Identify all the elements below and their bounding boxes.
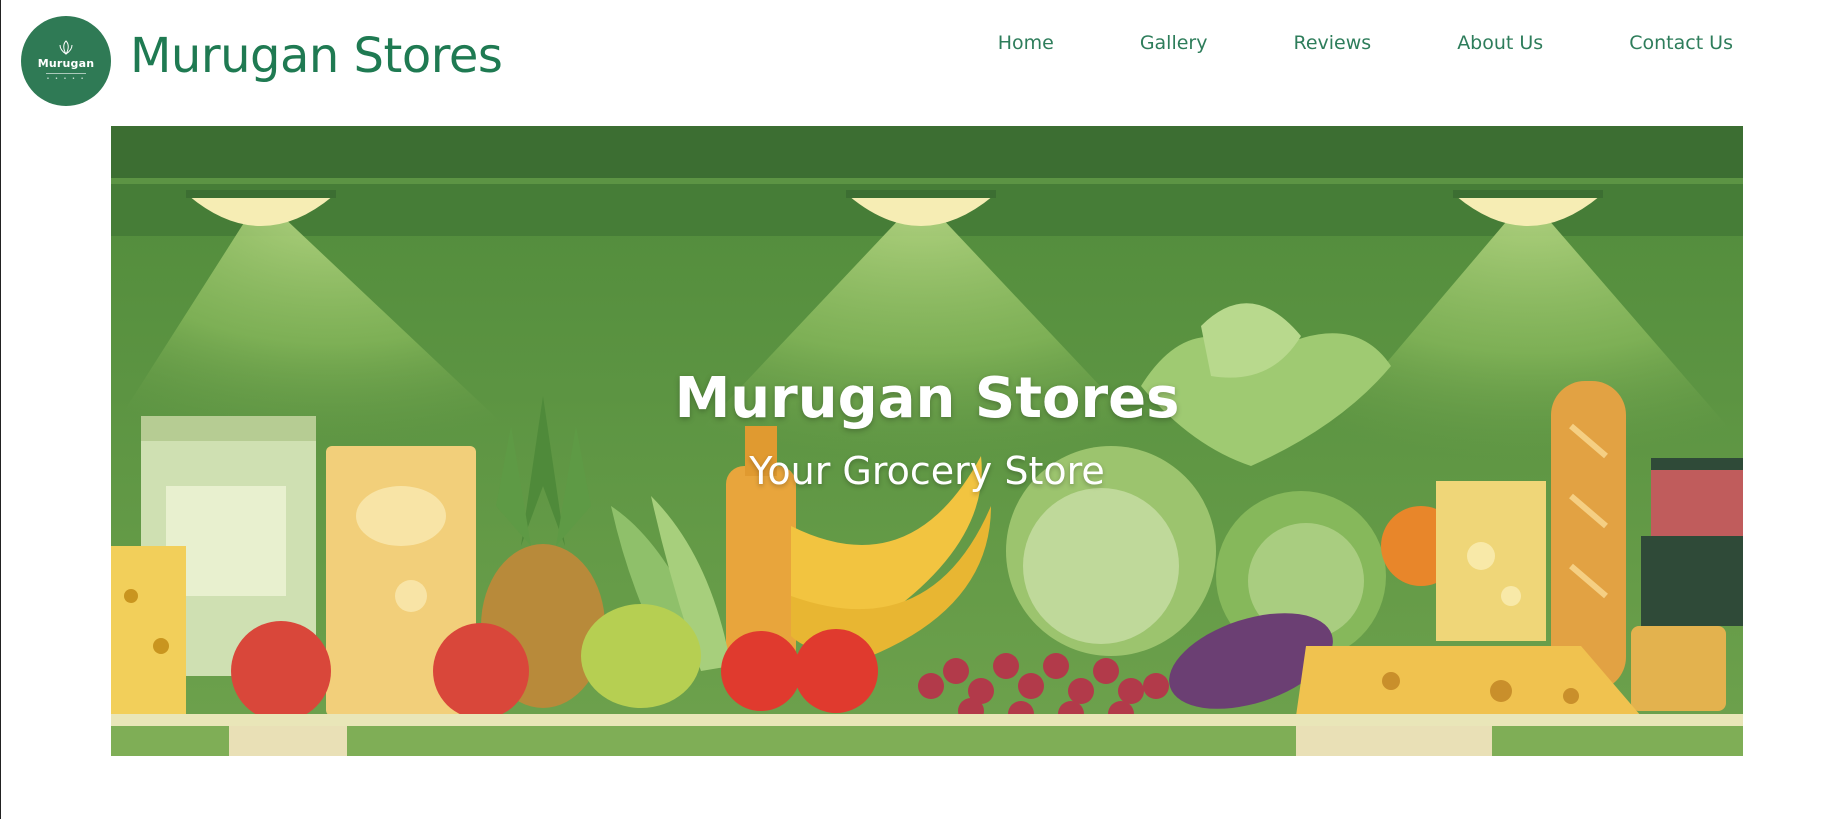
site-header: Murugan • • • • • Murugan Stores Home Ga… (1, 0, 1832, 118)
brand-title: Murugan Stores (130, 28, 503, 84)
hero-title: Murugan Stores (674, 366, 1180, 431)
logo-divider (46, 73, 86, 74)
nav-home[interactable]: Home (998, 28, 1054, 58)
grocery-shelf-illustration (111, 126, 1743, 756)
nav-contact-us[interactable]: Contact Us (1629, 28, 1733, 58)
page: Murugan • • • • • Murugan Stores Home Ga… (0, 0, 1832, 819)
hero-subtitle: Your Grocery Store (749, 449, 1105, 493)
logo-text: Murugan (37, 57, 95, 70)
nav-gallery[interactable]: Gallery (1140, 28, 1208, 58)
main-nav: Home Gallery Reviews About Us Contact Us (998, 28, 1733, 58)
nav-about-us[interactable]: About Us (1457, 28, 1543, 58)
hero-banner: Murugan Stores Your Grocery Store (111, 126, 1743, 756)
logo[interactable]: Murugan • • • • • (21, 16, 111, 106)
logo-dots: • • • • • (46, 76, 86, 82)
nav-reviews[interactable]: Reviews (1293, 28, 1371, 58)
leaf-icon (59, 40, 73, 55)
